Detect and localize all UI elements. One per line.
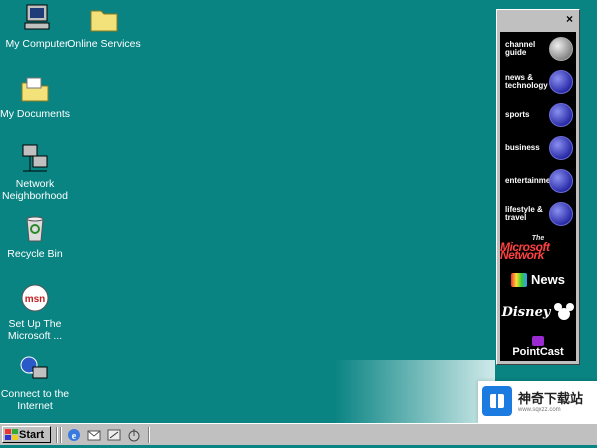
windows-logo-icon (5, 429, 18, 440)
msn-name-label: Microsoft Network (500, 239, 550, 262)
desktop-icon-recycle-bin[interactable]: Recycle Bin (0, 213, 72, 260)
desktop-icon-label: My Documents (0, 108, 71, 120)
taskbar: Start e (0, 423, 597, 445)
tv-icon (549, 169, 573, 193)
desktop-icon-label: My Computer (5, 38, 69, 50)
taskbar-separator (148, 427, 150, 443)
desktop-icon-label: Connect to the Internet (0, 388, 70, 412)
internet-connect-icon (19, 353, 51, 385)
channel-list: channel guide news & technology sports b… (500, 32, 576, 361)
channel-bar-titlebar: × (497, 10, 579, 30)
watermark-logo-icon (482, 386, 512, 416)
airplane-icon (549, 202, 573, 226)
network-icon (19, 143, 51, 175)
watermark-badge: 神奇下载站 www.sqxzz.com (478, 381, 597, 423)
watermark-url: www.sqxzz.com (518, 407, 561, 413)
channel-bar: × channel guide news & technology sports… (496, 9, 580, 365)
start-button[interactable]: Start (2, 426, 51, 443)
disney-label: Disney (501, 304, 551, 320)
mickey-icon (554, 302, 575, 323)
satellite-dish-icon (549, 37, 573, 61)
svg-text:e: e (72, 431, 77, 442)
msn-icon: msn (19, 283, 51, 315)
channel-guide[interactable]: channel guide (500, 32, 576, 65)
taskbar-separator (60, 427, 62, 443)
desktop-icon-connect-internet[interactable]: Connect to the Internet (0, 353, 72, 412)
show-desktop-icon[interactable] (106, 427, 122, 443)
watermark-title: 神奇下载站 (518, 392, 584, 407)
pointcast-icon (532, 335, 544, 346)
desktop-icon-my-computer[interactable]: My Computer (0, 3, 74, 50)
channel-label: business (505, 142, 540, 152)
channel-lifestyle-travel[interactable]: lifestyle & travel (500, 197, 576, 230)
channel-label: news & technology (505, 72, 548, 90)
desktop-icon-my-documents[interactable]: My Documents (0, 73, 72, 120)
channel-pointcast[interactable]: PointCast (500, 329, 576, 362)
close-button[interactable]: × (566, 12, 573, 26)
dollar-icon (549, 136, 573, 160)
channel-microsoft-network[interactable]: The Microsoft Network (500, 230, 576, 263)
pointcast-label: PointCast (512, 345, 564, 358)
desktop-icon-label: Network Neighborhood (2, 178, 68, 202)
channel-msnbc-news[interactable]: News (500, 263, 576, 296)
desktop-icon-label: Set Up The Microsoft ... (7, 318, 63, 342)
channel-disney[interactable]: Disney (500, 296, 576, 329)
channel-label: lifestyle & travel (505, 204, 543, 222)
taskbar-separator (56, 427, 58, 443)
channel-news-technology[interactable]: news & technology (500, 65, 576, 98)
channel-label: sports (505, 109, 530, 119)
desktop-icon-label: Online Services (67, 38, 141, 50)
channel-entertainment[interactable]: entertainment (500, 164, 576, 197)
ball-icon (549, 103, 573, 127)
folder-icon (88, 3, 120, 35)
outlook-express-icon[interactable] (86, 427, 102, 443)
documents-folder-icon (19, 73, 51, 105)
channels-icon[interactable] (126, 427, 142, 443)
desktop-icon-network-neighborhood[interactable]: Network Neighborhood (0, 143, 72, 202)
computer-icon (21, 3, 53, 35)
msnbc-peacock-icon (511, 272, 528, 287)
svg-text:msn: msn (25, 294, 46, 305)
desktop-icon-label: Recycle Bin (7, 248, 63, 260)
channel-sports[interactable]: sports (500, 98, 576, 131)
channel-label: channel guide (505, 39, 536, 57)
start-label: Start (19, 428, 45, 441)
channel-label: entertainment (505, 175, 558, 185)
watermark-glow (335, 360, 495, 423)
recycle-bin-icon (19, 213, 51, 245)
desktop-icon-online-services[interactable]: Online Services (67, 3, 141, 50)
desktop-icon-setup-msn[interactable]: msn Set Up The Microsoft ... (0, 283, 72, 342)
ie-icon[interactable]: e (66, 427, 82, 443)
msnbc-label: News (531, 271, 565, 287)
channel-business[interactable]: business (500, 131, 576, 164)
newspaper-icon (549, 70, 573, 94)
